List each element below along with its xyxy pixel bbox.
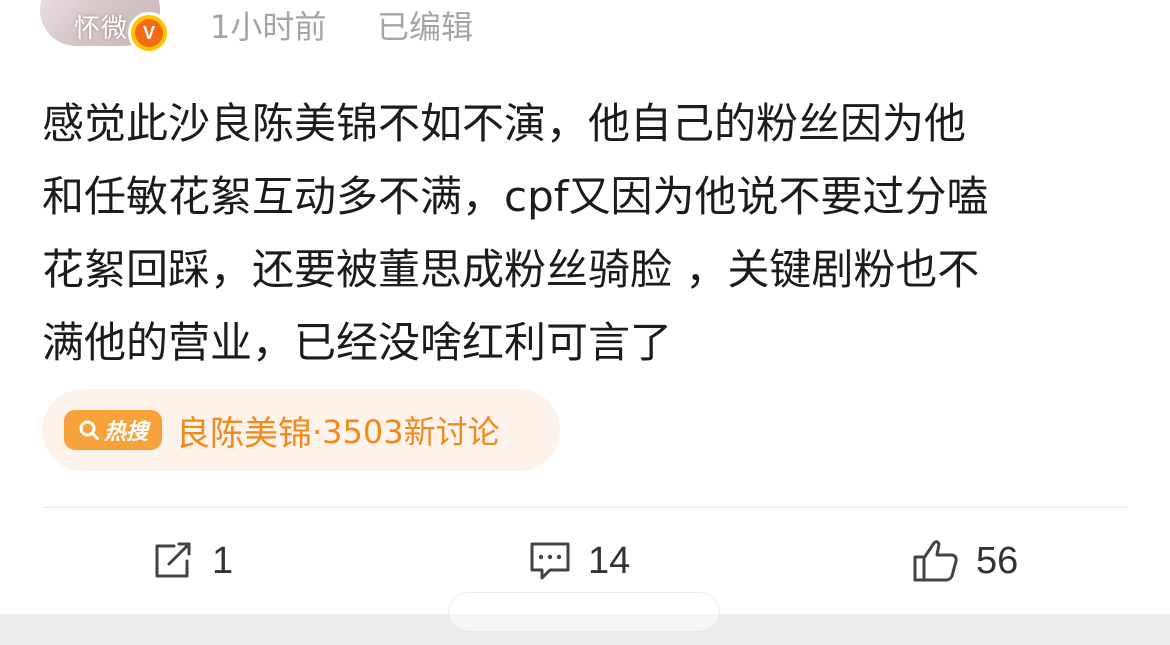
watermark <box>448 592 720 632</box>
post-text: 感觉此沙良陈美锦不如不演，他自己的粉丝因为他 和任敏花絮互动多不满，cpf又因为… <box>42 87 1132 379</box>
comment-count: 14 <box>588 539 631 582</box>
hot-search-badge: 热搜 <box>64 410 162 450</box>
repost-button[interactable]: 1 <box>152 536 233 586</box>
comment-button[interactable]: 14 <box>528 536 630 586</box>
hot-search-label: 热搜 <box>103 420 148 445</box>
avatar-text: 怀微 <box>74 14 129 44</box>
verified-mark: V <box>135 19 163 47</box>
post-time: 1小时前 <box>210 8 327 46</box>
like-button[interactable]: 56 <box>912 536 1018 586</box>
repost-count: 1 <box>212 539 234 582</box>
post-header: 怀微 V 1小时前 已编辑 <box>0 0 1170 54</box>
like-count: 56 <box>976 539 1019 582</box>
post-text-line: 和任敏花絮互动多不满，cpf又因为他说不要过分嗑 <box>42 172 989 221</box>
post-text-line: 感觉此沙良陈美锦不如不演，他自己的粉丝因为他 <box>42 99 967 148</box>
thumbs-up-icon <box>913 540 958 582</box>
comment-icon <box>530 542 570 580</box>
verified-badge-icon: V <box>128 12 170 54</box>
post-text-line: 满他的营业，已经没啥红利可言了 <box>42 318 673 367</box>
divider <box>42 507 1128 508</box>
hot-topic-title: 良陈美锦 <box>176 413 312 454</box>
hot-topic-pill[interactable]: 热搜 良陈美锦 ·3503新讨论 <box>42 389 560 471</box>
edited-tag[interactable]: 已编辑 <box>377 2 473 48</box>
repost-icon <box>155 542 191 578</box>
post-text-line: 花絮回踩，还要被董思成粉丝骑脸 ，关键剧粉也不 <box>42 245 980 294</box>
search-icon <box>79 420 99 440</box>
hot-topic-count: ·3503新讨论 <box>312 413 500 451</box>
